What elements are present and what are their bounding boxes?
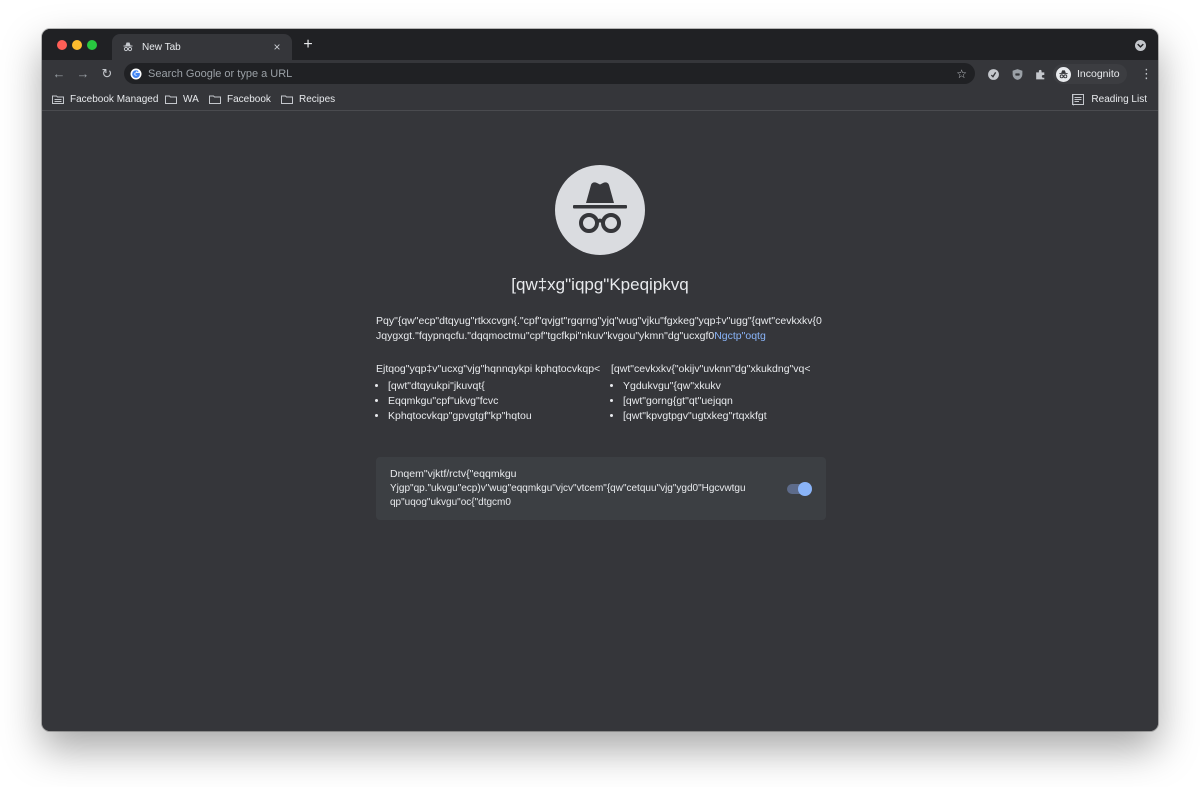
list-item: Ygdukvgu"{qw"xkukv xyxy=(623,379,841,394)
incognito-avatar-icon xyxy=(1056,66,1071,82)
incognito-icon xyxy=(122,41,134,53)
profile-button[interactable]: Incognito xyxy=(1053,64,1127,84)
not-saved-column: Ejtqog"yqp‡v"ucxg"vjg"hqnnqykpi kphqtocv… xyxy=(376,362,606,424)
reading-list-label: Reading List xyxy=(1091,94,1147,105)
not-saved-list: [qwt"dtqyukpi"jkuvqt{ Eqqmkgu"cpf"ukvg"f… xyxy=(376,379,606,424)
block-cookies-toggle[interactable] xyxy=(787,482,812,496)
bookmark-star-icon[interactable]: ☆ xyxy=(956,67,967,81)
bookmark-label: Recipes xyxy=(299,94,336,105)
folder-icon xyxy=(209,95,221,104)
bookmark-label: Facebook Managed xyxy=(70,94,159,105)
bookmark-label: WA xyxy=(183,94,199,105)
cookie-controls-description: Yjgp"qp."ukvgu"ecp)v"wug"eqqmkgu"vjcv"vt… xyxy=(390,483,746,508)
tab-search-button[interactable] xyxy=(1135,40,1146,51)
tab-title: New Tab xyxy=(142,41,181,53)
bookmark-label: Facebook xyxy=(227,94,271,105)
list-item: [qwt"gorng{gt"qt"uejqqn xyxy=(623,394,841,409)
intro-line-1: Pqy"{qw"ecp"dtqyug"rtkxcvgn{."cpf"qvjgt"… xyxy=(376,315,822,327)
learn-more-link[interactable]: Ngctp"oqtg xyxy=(714,330,766,342)
google-icon xyxy=(130,68,142,79)
bookmark-recipes[interactable]: Recipes xyxy=(281,92,335,107)
reload-button[interactable]: ↻ xyxy=(100,67,114,81)
reading-list-button[interactable]: Reading List xyxy=(1072,92,1147,107)
reading-list-icon xyxy=(1072,94,1085,105)
still-visible-column: [qwt"cevkxkv{"okijv"uvknn"dg"xkukdng"vq<… xyxy=(611,362,841,424)
browser-window: New Tab × + ← → ↻ Search Google or type … xyxy=(42,29,1158,731)
extension-vpn-icon[interactable] xyxy=(986,67,1000,81)
forward-button[interactable]: → xyxy=(76,67,90,81)
still-visible-list: Ygdukvgu"{qw"xkukv [qwt"gorng{gt"qt"uejq… xyxy=(611,379,841,424)
toggle-knob[interactable] xyxy=(798,482,812,496)
tab-new-tab[interactable]: New Tab × xyxy=(112,34,292,60)
not-saved-heading: Ejtqog"yqp‡v"ucxg"vjg"hqnnqykpi kphqtocv… xyxy=(376,363,601,375)
list-item: [qwt"dtqyukpi"jkuvqt{ xyxy=(388,379,606,394)
tab-strip: New Tab × + xyxy=(42,29,1158,60)
more-menu-icon[interactable]: ⋮ xyxy=(1140,67,1153,81)
still-visible-heading: [qwt"cevkxkv{"okijv"uvknn"dg"xkukdng"vq< xyxy=(611,363,811,375)
bookmark-facebook-managed[interactable]: Facebook Managed xyxy=(52,92,158,107)
profile-label: Incognito xyxy=(1077,68,1120,80)
chevron-down-icon xyxy=(1137,43,1144,48)
bookmarks-bar: Facebook Managed WA Facebook Recipes Rea… xyxy=(42,88,1158,111)
bookmark-facebook[interactable]: Facebook xyxy=(209,92,271,107)
incognito-title: [qw‡xg"iqpg"Kpeqipkvq xyxy=(511,275,689,294)
close-window-button[interactable] xyxy=(57,40,67,50)
cookie-controls-card: Dnqem"vjktf/rctv{"eqqmkgu Yjgp"qp."ukvgu… xyxy=(376,457,826,520)
extensions-puzzle-icon[interactable] xyxy=(1033,67,1047,81)
managed-folder-icon xyxy=(52,95,64,104)
incognito-logo-icon xyxy=(555,165,645,255)
list-item: Kphqtocvkqp"gpvgtgf"kp"hqtou xyxy=(388,409,606,424)
intro-line-2: Jqygxgt."fqypnqcfu."dqqmoctmu"cpf"tgcfkp… xyxy=(376,329,826,344)
omnibox-input[interactable]: Search Google or type a URL xyxy=(148,68,956,80)
bookmark-wa[interactable]: WA xyxy=(165,92,199,107)
new-tab-button[interactable]: + xyxy=(300,37,316,53)
omnibox[interactable]: Search Google or type a URL ☆ xyxy=(124,63,975,84)
intro-line-2-text: Jqygxgt."fqypnqcfu."dqqmoctmu"cpf"tgcfkp… xyxy=(376,330,715,342)
back-button[interactable]: ← xyxy=(52,67,66,81)
incognito-intro: Pqy"{qw"ecp"dtqyug"rtkxcvgn{."cpf"qvjgt"… xyxy=(376,314,826,344)
folder-icon xyxy=(165,95,177,104)
list-item: Eqqmkgu"cpf"ukvg"fcvc xyxy=(388,394,606,409)
close-tab-icon[interactable]: × xyxy=(270,40,284,54)
minimize-window-button[interactable] xyxy=(72,40,82,50)
folder-icon xyxy=(281,95,293,104)
toolbar: ← → ↻ Search Google or type a URL ☆ Inco… xyxy=(42,60,1158,88)
maximize-window-button[interactable] xyxy=(87,40,97,50)
cookie-controls-title: Dnqem"vjktf/rctv{"eqqmkgu xyxy=(390,468,517,480)
extension-shield-icon[interactable] xyxy=(1010,67,1024,81)
list-item: [qwt"kpvgtpgv"ugtxkeg"rtqxkfgt xyxy=(623,409,841,424)
incognito-new-tab-page: [qw‡xg"iqpg"Kpeqipkvq Pqy"{qw"ecp"dtqyug… xyxy=(42,112,1158,731)
